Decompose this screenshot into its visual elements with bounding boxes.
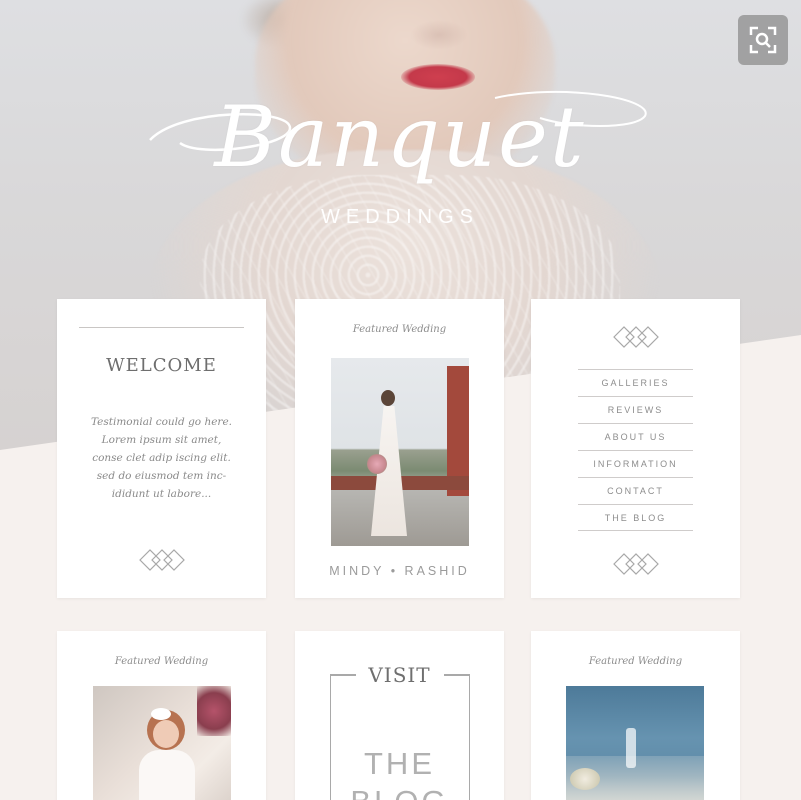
featured-wedding-label: Featured Wedding <box>588 656 683 667</box>
featured-wedding-card[interactable]: Featured Wedding <box>531 631 740 800</box>
featured-wedding-card[interactable]: Featured Wedding MINDY • RASHID <box>295 299 504 598</box>
diamond-ornament-icon <box>613 326 659 348</box>
welcome-card: WELCOME Testimonial could go here. Lorem… <box>57 299 266 598</box>
testimonial-text: Testimonial could go here. Lorem ipsum s… <box>90 416 233 500</box>
logo-wordmark: Banquet <box>214 88 586 186</box>
nav-about-us[interactable]: ABOUT US <box>578 423 693 450</box>
bride-photo[interactable] <box>331 358 469 546</box>
hair-bow <box>151 708 171 720</box>
diamond-ornament-icon <box>139 549 185 571</box>
flowers <box>197 686 231 736</box>
bride-head <box>381 390 395 406</box>
visit-heading: VISIT <box>368 663 431 687</box>
glass <box>626 728 636 768</box>
visit-blog-card[interactable]: VISIT THE BLOG <box>295 631 504 800</box>
logo-subtitle: WEDDINGS <box>321 206 479 228</box>
diamond-ornament-icon <box>613 553 659 575</box>
nav-the-blog[interactable]: THE BLOG <box>578 504 693 531</box>
featured-wedding-card[interactable]: Featured Wedding <box>57 631 266 800</box>
nav-galleries[interactable]: GALLERIES <box>578 369 693 396</box>
nose-shade <box>410 20 468 50</box>
flower-girl-photo[interactable] <box>93 686 231 800</box>
couple-names: MINDY • RASHID <box>329 564 470 578</box>
nav-menu: GALLERIES REVIEWS ABOUT US INFORMATION C… <box>578 369 693 531</box>
brand-logo: Banquet WEDDINGS <box>140 88 660 248</box>
nav-information[interactable]: INFORMATION <box>578 450 693 477</box>
flower-arrangement <box>570 768 600 790</box>
table-setting-photo[interactable] <box>566 686 704 800</box>
girl-face <box>153 720 179 748</box>
navigation-card: GALLERIES REVIEWS ABOUT US INFORMATION C… <box>531 299 740 598</box>
zoom-search-icon <box>749 26 777 54</box>
featured-wedding-label: Featured Wedding <box>114 656 209 667</box>
nav-contact[interactable]: CONTACT <box>578 477 693 504</box>
welcome-top-rule <box>79 327 244 328</box>
welcome-title: WELCOME <box>106 355 217 376</box>
lips <box>401 64 475 90</box>
zoom-button[interactable] <box>738 15 788 65</box>
girl-dress <box>139 750 195 800</box>
featured-wedding-label: Featured Wedding <box>352 324 447 335</box>
bouquet <box>367 454 387 474</box>
nav-reviews[interactable]: REVIEWS <box>578 396 693 423</box>
the-blog-heading[interactable]: THE BLOG <box>295 745 504 800</box>
